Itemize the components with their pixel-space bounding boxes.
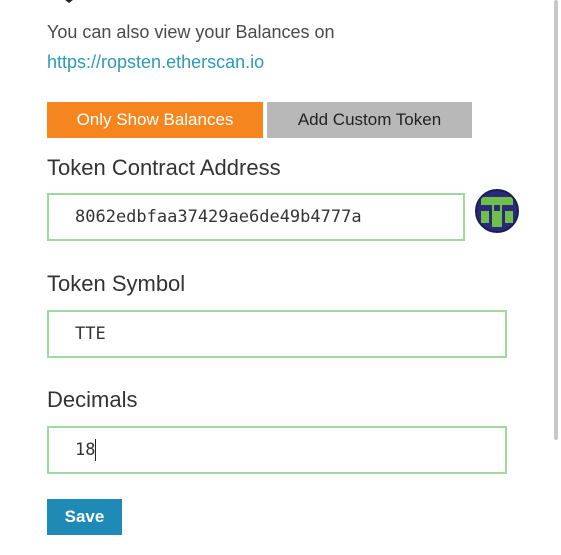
- etherscan-link[interactable]: https://ropsten.etherscan.io: [47, 50, 264, 74]
- scrollbar[interactable]: [554, 0, 558, 440]
- add-custom-token-panel: You can also view your Balances on https…: [0, 0, 561, 555]
- decimals-label: Decimals: [47, 387, 138, 412]
- token-mode-tabs: Only Show Balances Add Custom Token: [47, 102, 472, 138]
- token-contract-address-input[interactable]: 8062edbfaa37429ae6de49b4777a: [47, 193, 465, 241]
- token-contract-address-label: Token Contract Address: [47, 155, 281, 180]
- save-button[interactable]: Save: [47, 499, 122, 535]
- token-symbol-label: Token Symbol: [47, 271, 186, 296]
- token-symbol-input[interactable]: TTE: [47, 310, 507, 358]
- decimals-input[interactable]: 18: [47, 426, 507, 474]
- partial-icon: [65, 0, 73, 3]
- only-show-balances-button[interactable]: Only Show Balances: [47, 102, 263, 138]
- add-custom-token-button[interactable]: Add Custom Token: [267, 102, 472, 138]
- decimals-value: 18: [75, 440, 96, 460]
- token-identicon-icon: [475, 189, 519, 233]
- token-contract-address-value: 8062edbfaa37429ae6de49b4777a: [75, 207, 362, 227]
- text-cursor: [95, 439, 97, 461]
- balances-info-text: You can also view your Balances on: [47, 22, 335, 42]
- token-symbol-value: TTE: [75, 324, 106, 344]
